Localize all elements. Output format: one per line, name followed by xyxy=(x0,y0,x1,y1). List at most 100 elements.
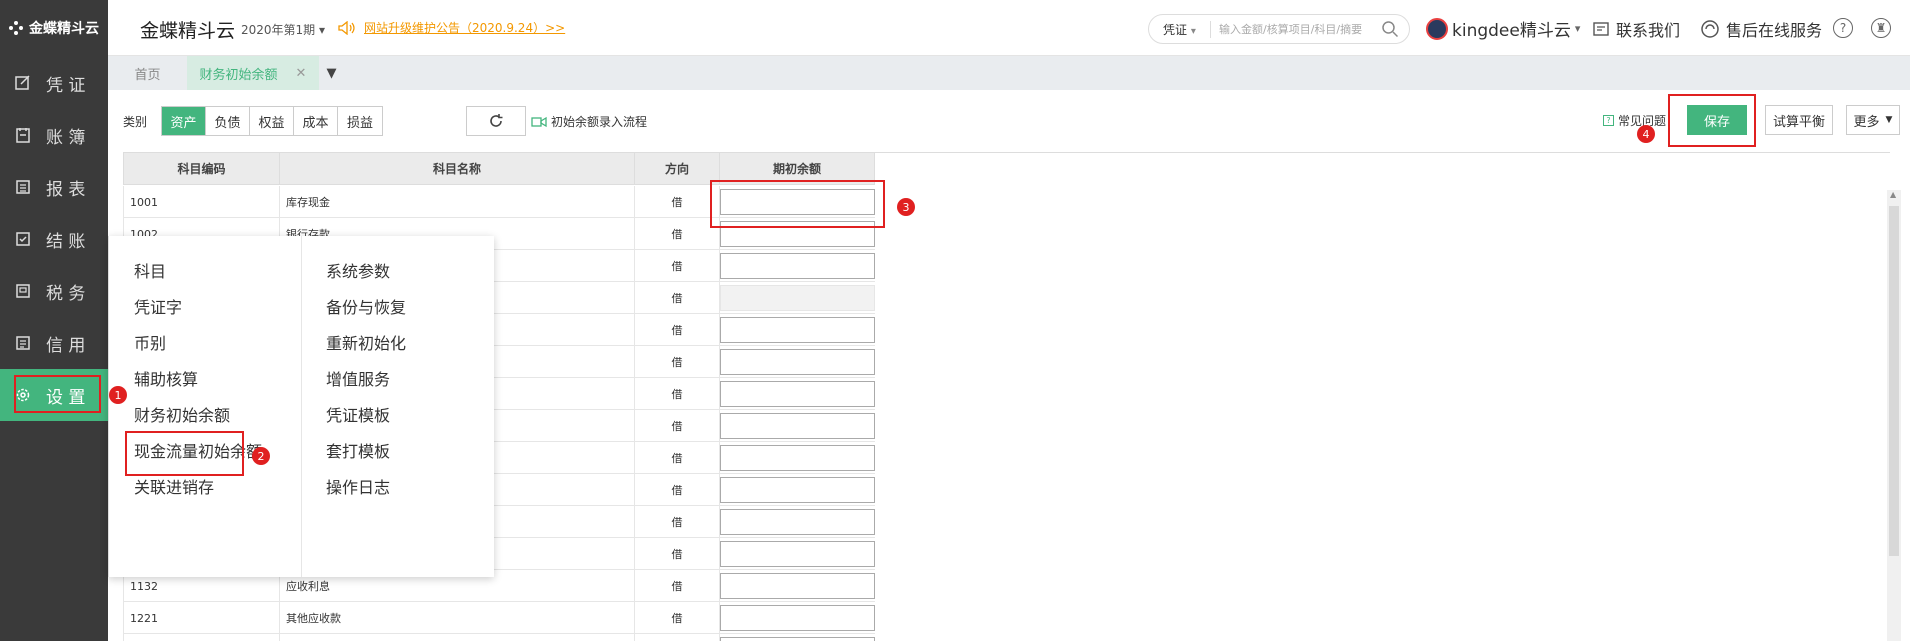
step-badge-4: 4 xyxy=(1637,125,1655,143)
period-selector[interactable]: 2020年第1期 ▾ xyxy=(241,21,325,38)
credit-icon xyxy=(16,336,30,350)
cell-code xyxy=(123,634,280,641)
menu-item-right-0[interactable]: 系统参数 xyxy=(326,258,390,282)
more-label: 更多 xyxy=(1853,114,1880,130)
search-type-select[interactable]: 凭证 ▾ xyxy=(1149,20,1211,38)
cell-direction: 借 xyxy=(635,314,720,346)
category-profit-loss[interactable]: 损益 xyxy=(338,107,382,135)
cell-direction: 借 xyxy=(635,410,720,442)
sidebar-item-ledger[interactable]: 账 簿 xyxy=(0,109,108,161)
menu-item-right-4[interactable]: 凭证模板 xyxy=(326,402,390,426)
balance-input[interactable] xyxy=(720,413,875,439)
logo-icon xyxy=(9,21,23,35)
service-button[interactable]: 售后在线服务 xyxy=(1700,17,1822,41)
balance-input[interactable] xyxy=(720,445,875,471)
trial-balance-button[interactable]: 试算平衡 xyxy=(1765,105,1833,135)
cell-direction: 借 xyxy=(635,506,720,538)
cell-direction: 借 xyxy=(635,602,720,634)
menu-item-left-3[interactable]: 辅助核算 xyxy=(134,366,198,390)
speaker-icon xyxy=(338,20,355,35)
more-button[interactable]: 更多 ▼ xyxy=(1846,105,1900,135)
menu-item-right-1[interactable]: 备份与恢复 xyxy=(326,294,406,318)
contact-button[interactable]: 联系我们 xyxy=(1592,17,1680,41)
category-liabilities[interactable]: 负债 xyxy=(206,107,250,135)
flow-link-label: 初始余额录入流程 xyxy=(551,115,648,129)
cell-code: 1221 xyxy=(123,602,280,634)
menu-item-left-6[interactable]: 关联进销存 xyxy=(134,474,214,498)
menu-item-right-6[interactable]: 操作日志 xyxy=(326,474,390,498)
cell-name: 其他应收款 xyxy=(280,602,635,634)
column-header-code: 科目编码 xyxy=(123,153,280,185)
cell-direction: 借 xyxy=(635,378,720,410)
close-icon[interactable]: ✕ xyxy=(296,66,307,81)
period-label: 2020年第1期 xyxy=(241,23,316,37)
scrollbar-thumb[interactable] xyxy=(1889,206,1899,556)
sidebar-item-closing[interactable]: 结 账 xyxy=(0,213,108,265)
ledger-icon xyxy=(16,128,30,143)
menu-item-left-2[interactable]: 币别 xyxy=(134,330,166,354)
menu-item-left-4[interactable]: 财务初始余额 xyxy=(134,402,230,426)
question-icon: ? xyxy=(1603,115,1614,126)
menu-item-right-5[interactable]: 套打模板 xyxy=(326,438,390,462)
category-cost[interactable]: 成本 xyxy=(294,107,338,135)
cell-direction: 借 xyxy=(635,634,720,641)
notice-link[interactable]: 网站升级维护公告（2020.9.24）>> xyxy=(338,19,565,36)
balance-input[interactable] xyxy=(720,605,875,631)
cell-direction: 借 xyxy=(635,538,720,570)
service-label: 售后在线服务 xyxy=(1726,21,1823,40)
contact-label: 联系我们 xyxy=(1616,21,1681,40)
balance-input[interactable] xyxy=(720,477,875,503)
cell-direction: 借 xyxy=(635,570,720,602)
tab-dropdown-button[interactable]: ▼ xyxy=(319,56,344,90)
chevron-down-icon: ▼ xyxy=(326,65,337,81)
user-menu[interactable]: kingdee精斗云 ▾ xyxy=(1426,16,1580,41)
cell-code: 1001 xyxy=(123,186,280,218)
balance-input[interactable] xyxy=(720,573,875,599)
search-input[interactable]: 输入金额/核算项目/科目/摘要 xyxy=(1211,21,1381,37)
balance-input[interactable] xyxy=(720,253,875,279)
search-box: 凭证 ▾ 输入金额/核算项目/科目/摘要 xyxy=(1148,14,1410,44)
cell-name: 库存现金 xyxy=(280,186,635,218)
faq-link[interactable]: ? 常见问题 xyxy=(1603,112,1666,129)
sidebar-item-label: 结 账 xyxy=(46,231,86,252)
balance-input[interactable] xyxy=(720,317,875,343)
vertical-scrollbar[interactable]: ▲ xyxy=(1887,190,1901,641)
chevron-down-icon: ▾ xyxy=(1190,25,1196,37)
sidebar-item-voucher[interactable]: 凭 证 xyxy=(0,57,108,109)
menu-item-left-1[interactable]: 凭证字 xyxy=(134,294,182,318)
category-assets[interactable]: 资产 xyxy=(162,107,206,135)
balance-input[interactable] xyxy=(720,381,875,407)
cell-direction: 借 xyxy=(635,442,720,474)
balance-input[interactable] xyxy=(720,509,875,535)
sidebar-item-credit[interactable]: 信 用 xyxy=(0,317,108,369)
settings-menu: 科目 凭证字 币别 辅助核算 财务初始余额 现金流量初始余额 关联进销存 系统参数 备份与恢复… xyxy=(108,236,494,577)
video-icon xyxy=(531,116,547,127)
balance-input[interactable] xyxy=(720,541,875,567)
sidebar-item-report[interactable]: 报 表 xyxy=(0,161,108,213)
search-icon[interactable] xyxy=(1381,20,1399,38)
tab-current-label: 财务初始余额 xyxy=(199,67,278,83)
menu-item-right-3[interactable]: 增值服务 xyxy=(326,366,390,390)
column-header-direction: 方向 xyxy=(635,153,720,185)
sidebar-item-label: 信 用 xyxy=(46,335,86,356)
shirt-icon[interactable]: ♜ xyxy=(1871,18,1891,38)
refresh-button[interactable] xyxy=(466,106,526,136)
category-label: 类别 xyxy=(123,115,148,129)
top-bar: 金蝶精斗云 2020年第1期 ▾ 网站升级维护公告（2020.9.24）>> 凭… xyxy=(108,0,1910,56)
balance-input[interactable] xyxy=(720,349,875,375)
tab-home[interactable]: 首页 xyxy=(108,56,187,90)
tab-initial-balance[interactable]: 财务初始余额 ✕ xyxy=(187,56,319,90)
sidebar-item-label: 凭 证 xyxy=(46,75,86,96)
refresh-icon xyxy=(490,114,503,127)
menu-item-left-0[interactable]: 科目 xyxy=(134,258,166,282)
chevron-down-icon: ▾ xyxy=(319,23,326,37)
highlight-settings xyxy=(14,375,101,413)
balance-input[interactable] xyxy=(720,637,875,641)
report-icon xyxy=(16,180,30,194)
flow-link[interactable]: 初始余额录入流程 xyxy=(531,113,647,130)
help-icon[interactable]: ? xyxy=(1833,18,1853,38)
category-equity[interactable]: 权益 xyxy=(250,107,294,135)
scroll-up-icon[interactable]: ▲ xyxy=(1890,190,1896,199)
sidebar-item-tax[interactable]: 税 务 xyxy=(0,265,108,317)
menu-item-right-2[interactable]: 重新初始化 xyxy=(326,330,406,354)
